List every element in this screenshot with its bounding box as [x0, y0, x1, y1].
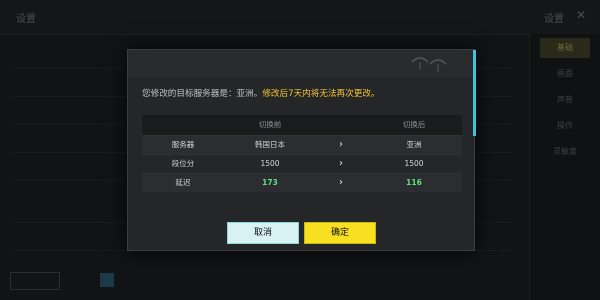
right-panel-item[interactable]: 基础	[540, 38, 590, 58]
close-icon[interactable]: ✕	[576, 8, 586, 22]
chevron-right-icon: ›	[339, 139, 343, 150]
table-row: 段位分 1500 › 1500	[142, 154, 462, 173]
header-before: 切换前	[258, 120, 282, 129]
background-title: 设置	[16, 14, 36, 25]
background-top-bar: 设置 设置 ✕	[0, 0, 600, 35]
confirm-button[interactable]: 确定	[304, 222, 376, 244]
parachute-decoration-icon	[408, 54, 452, 77]
table-row: 服务器 韩国日本 › 亚洲	[142, 135, 462, 154]
row-label: 段位分	[171, 159, 195, 168]
notice-warning-text: 修改后7天内将无法再次更改。	[262, 89, 380, 99]
row-label: 服务器	[171, 140, 195, 149]
row-after-value: 1500	[404, 159, 424, 168]
background-settings-label: 设置	[544, 14, 564, 25]
notice-text: 您修改的目标服务器是：亚洲。	[142, 89, 263, 99]
chevron-right-icon: ›	[339, 158, 343, 169]
row-label: 延迟	[175, 178, 191, 187]
right-panel-item[interactable]: 画面	[540, 64, 590, 84]
header-after: 切换后	[402, 120, 426, 129]
row-before-value: 韩国日本	[255, 140, 285, 149]
ping-after-value: 116	[406, 178, 422, 187]
cancel-button[interactable]: 取消	[227, 222, 299, 244]
background-bottom-button	[10, 272, 60, 290]
chevron-right-icon: ›	[339, 177, 343, 188]
table-header: 切换前 切换后	[142, 115, 462, 135]
row-before-value: 1500	[260, 159, 280, 168]
background-bottom-icon	[100, 273, 114, 287]
server-change-notice: 您修改的目标服务器是：亚洲。修改后7天内将无法再次更改。	[142, 87, 380, 99]
right-panel-item[interactable]: 声音	[540, 90, 590, 110]
right-panel-item[interactable]: 操作	[540, 116, 590, 136]
background-right-panel: 基础 画面 声音 操作 灵敏度	[529, 34, 600, 300]
ping-before-value: 173	[262, 178, 278, 187]
dialog-header	[128, 50, 474, 78]
dialog-accent-bar	[473, 50, 476, 136]
right-panel-item[interactable]: 灵敏度	[540, 142, 590, 162]
row-after-value: 亚洲	[406, 140, 422, 149]
comparison-table: 切换前 切换后 服务器 韩国日本 › 亚洲 段位分 1500 › 1500 延迟…	[142, 115, 462, 192]
table-row: 延迟 173 › 116	[142, 173, 462, 192]
server-change-dialog: 您修改的目标服务器是：亚洲。修改后7天内将无法再次更改。 切换前 切换后 服务器…	[127, 49, 476, 251]
